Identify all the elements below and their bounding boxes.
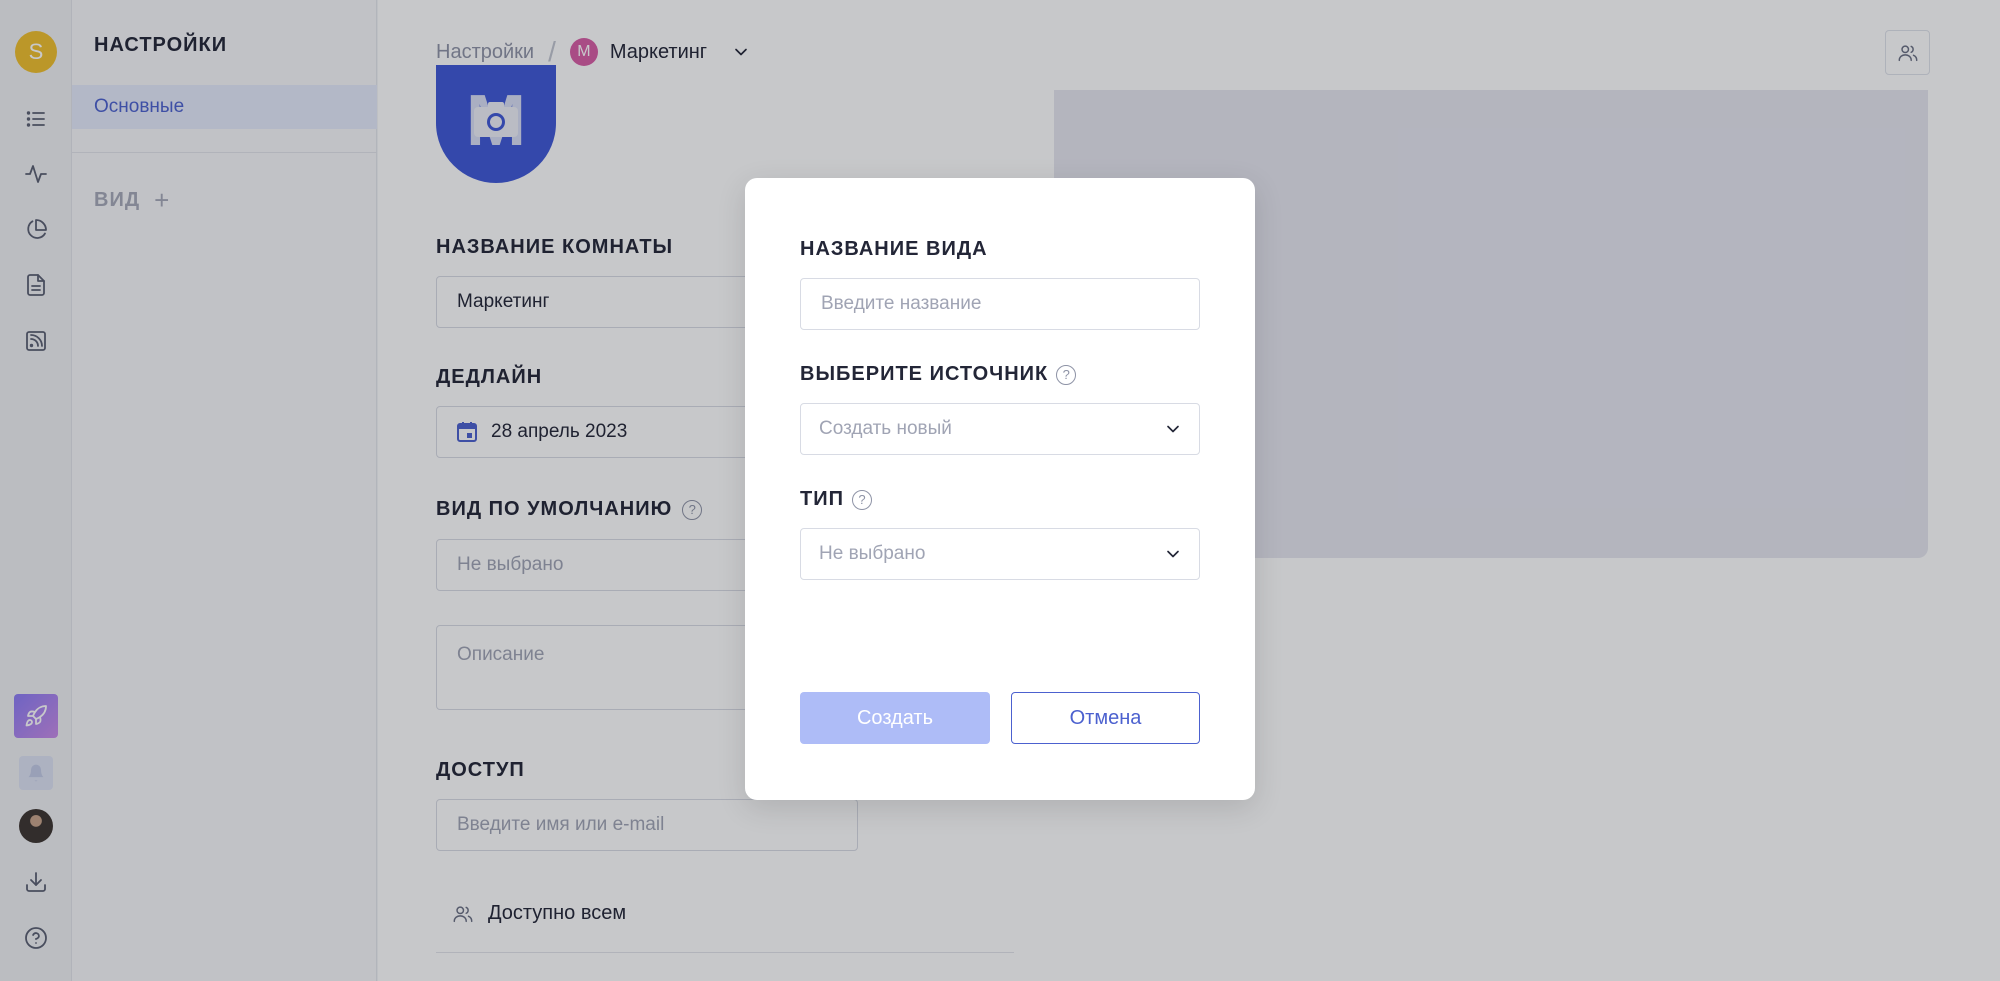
create-view-modal: НАЗВАНИЕ ВИДА ВЫБЕРИТЕ ИСТОЧНИК ? Создат… [745, 178, 1255, 800]
type-label-text: ТИП [800, 488, 844, 510]
chevron-down-icon [1163, 419, 1183, 439]
source-label-text: ВЫБЕРИТЕ ИСТОЧНИК [800, 363, 1049, 385]
chevron-down-icon [1163, 544, 1183, 564]
help-icon[interactable]: ? [1056, 364, 1077, 385]
type-select[interactable]: Не выбрано [800, 528, 1200, 580]
view-name-input[interactable] [800, 278, 1200, 330]
type-select-value: Не выбрано [819, 543, 926, 564]
create-button[interactable]: Создать [800, 692, 990, 744]
view-name-label: НАЗВАНИЕ ВИДА [800, 238, 988, 260]
cancel-button[interactable]: Отмена [1011, 692, 1200, 744]
source-select-value: Создать новый [819, 418, 952, 439]
help-icon[interactable]: ? [851, 489, 872, 510]
type-label: ТИП ? [800, 488, 872, 511]
source-label: ВЫБЕРИТЕ ИСТОЧНИК ? [800, 363, 1077, 386]
source-select[interactable]: Создать новый [800, 403, 1200, 455]
